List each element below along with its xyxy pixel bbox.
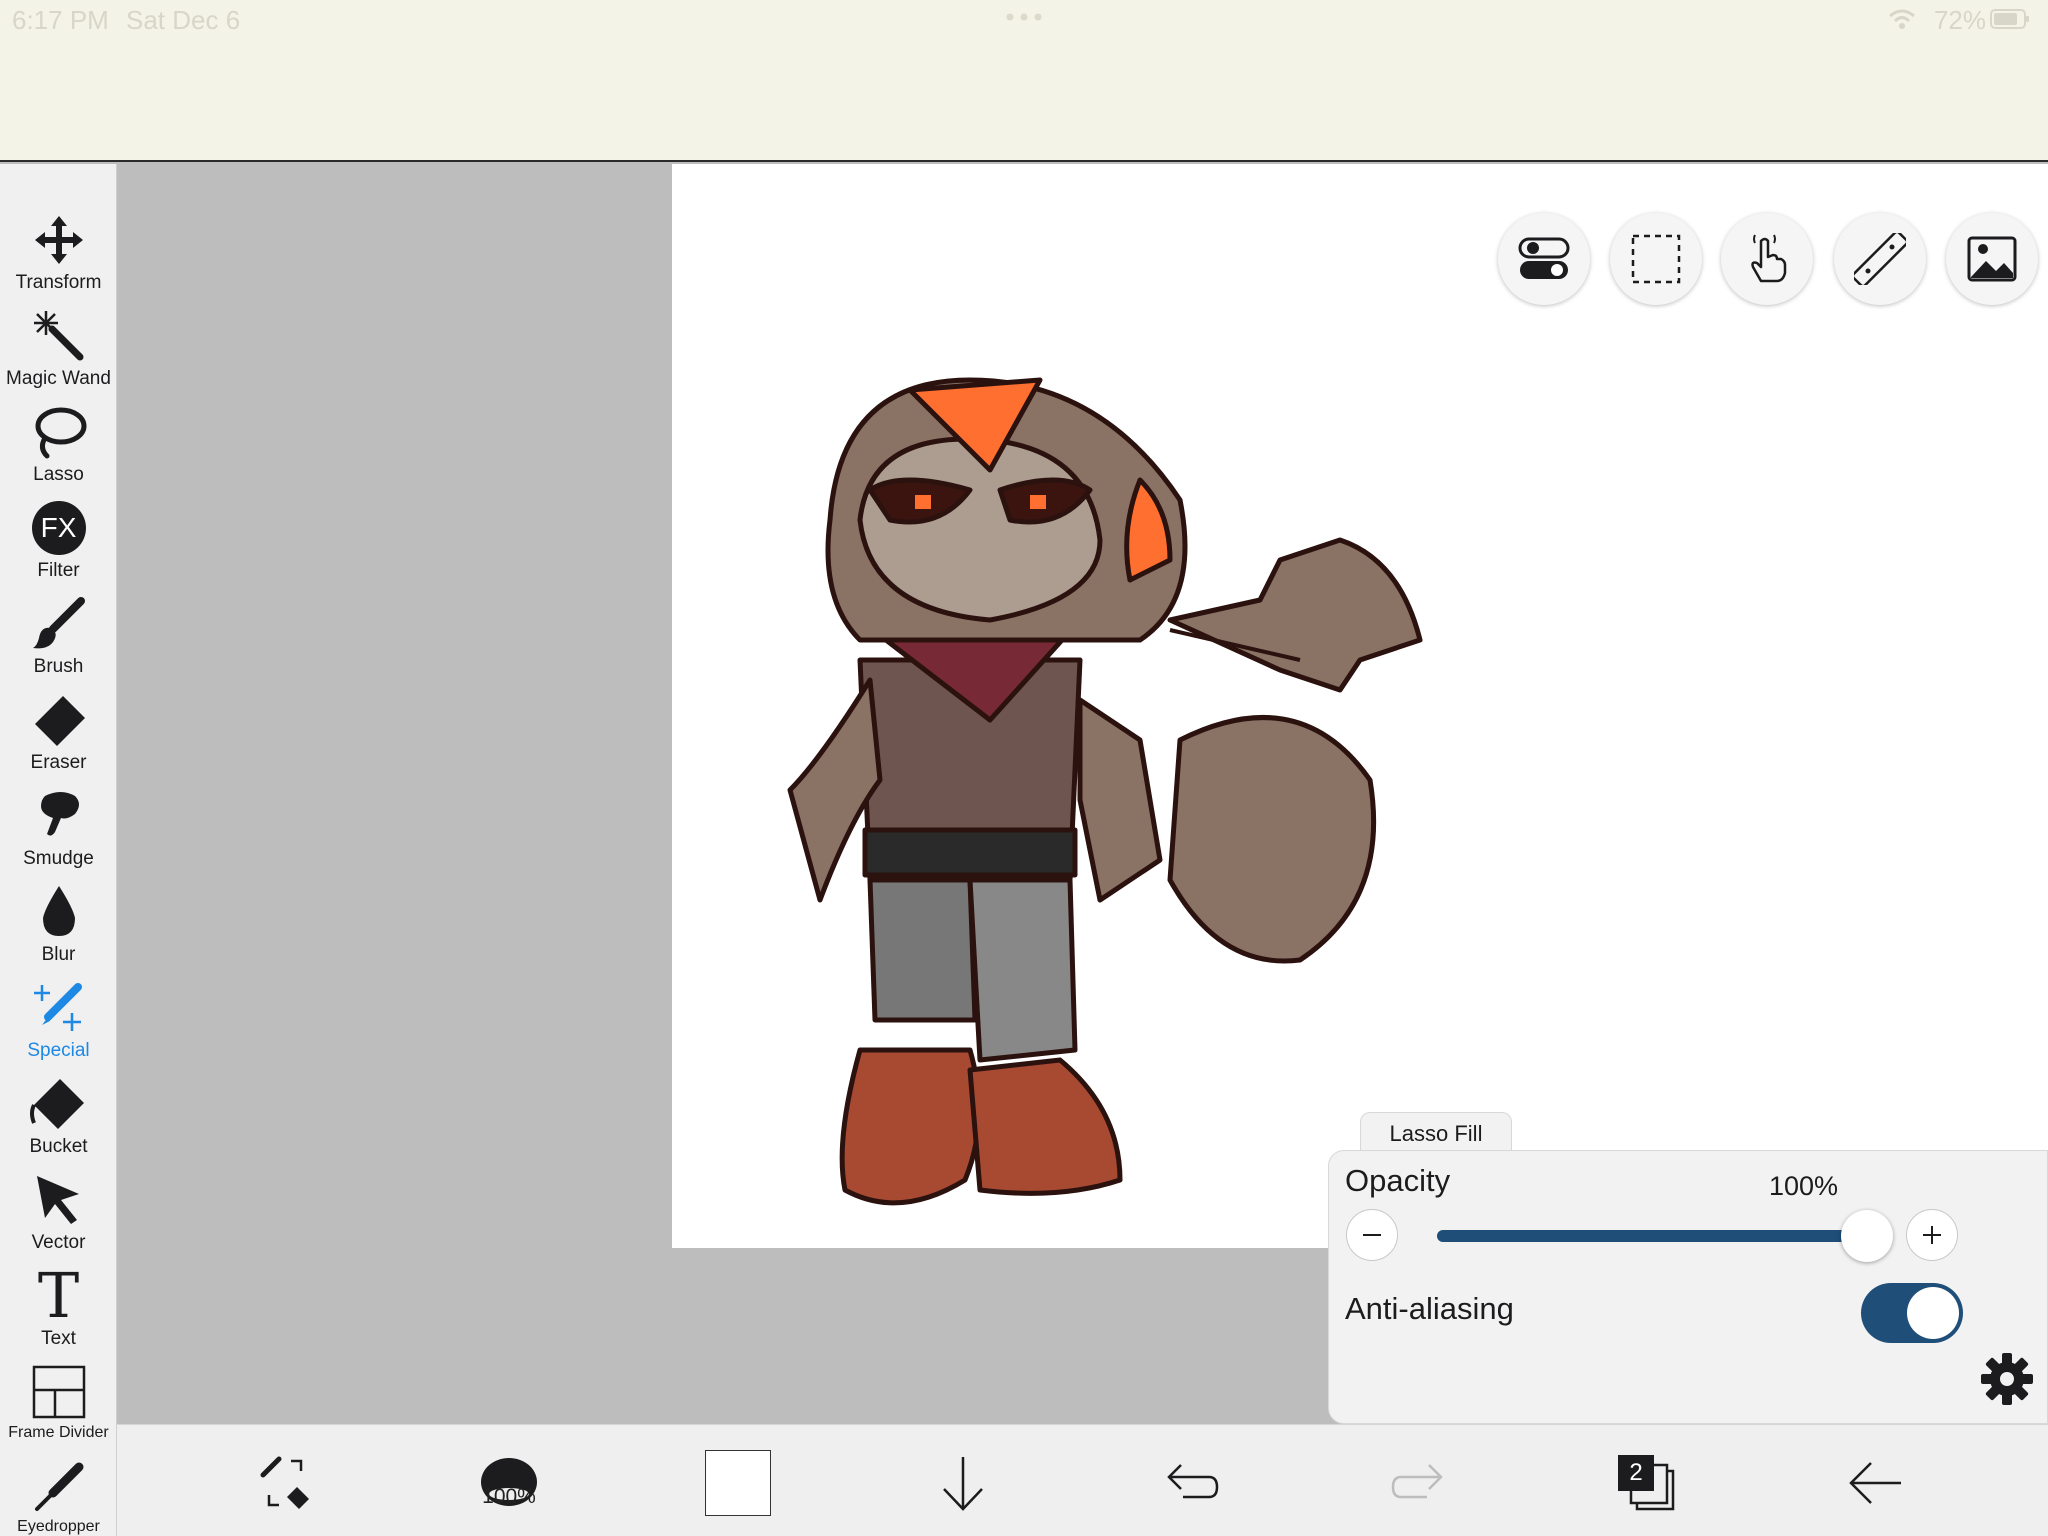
layer-merge-down-button[interactable] bbox=[923, 1443, 1003, 1523]
tool-smudge[interactable]: Smudge bbox=[0, 782, 117, 878]
tool-label: Text bbox=[41, 1328, 76, 1349]
opacity-decrease-button[interactable] bbox=[1346, 1209, 1398, 1261]
touch-hand-icon bbox=[1751, 234, 1787, 283]
tool-label: Vector bbox=[31, 1232, 86, 1253]
smudge-icon bbox=[29, 786, 89, 846]
gear-icon[interactable] bbox=[1979, 1351, 2035, 1407]
character-artwork bbox=[787, 377, 1423, 1206]
move-arrows-icon bbox=[29, 210, 89, 270]
tool-sidebar: Transform Magic Wand Lasso FX Filter Bru… bbox=[0, 164, 117, 1536]
redo-icon bbox=[1391, 1464, 1443, 1499]
tool-label: Lasso bbox=[33, 464, 84, 485]
tool-label: Eyedropper bbox=[17, 1518, 100, 1535]
color-picker-swatch[interactable] bbox=[705, 1450, 771, 1516]
tool-filter[interactable]: FX Filter bbox=[0, 494, 117, 590]
tool-label: Frame Divider bbox=[8, 1424, 109, 1441]
fx-icon: FX bbox=[29, 498, 89, 558]
touch-hand-button[interactable] bbox=[1721, 213, 1813, 305]
tool-eraser[interactable]: Eraser bbox=[0, 686, 117, 782]
plus-icon bbox=[1923, 1226, 1941, 1244]
tool-magic-wand[interactable]: Magic Wand bbox=[0, 302, 117, 398]
opacity-slider-fill bbox=[1437, 1230, 1867, 1242]
image-import-button[interactable] bbox=[1946, 213, 2038, 305]
swap-brush-eraser-icon bbox=[260, 1456, 309, 1509]
toggle-switches-icon bbox=[1518, 237, 1570, 279]
tool-label: Bucket bbox=[29, 1136, 88, 1157]
undo-button[interactable] bbox=[1151, 1443, 1231, 1523]
tool-bucket[interactable]: Bucket bbox=[0, 1070, 117, 1166]
tool-label: Smudge bbox=[23, 848, 94, 869]
tool-label: Magic Wand bbox=[6, 368, 111, 389]
arrow-left-icon bbox=[1849, 1462, 1901, 1504]
lasso-fill-panel: Opacity 100% Anti-aliasing bbox=[1328, 1150, 2048, 1424]
brush-size-value: 100% bbox=[482, 1485, 536, 1508]
bucket-icon bbox=[29, 1074, 89, 1134]
tool-lasso[interactable]: Lasso bbox=[0, 398, 117, 494]
tool-text[interactable]: T Text bbox=[0, 1262, 117, 1358]
ruler-button[interactable] bbox=[1834, 213, 1926, 305]
ruler-icon bbox=[1854, 233, 1906, 285]
tool-blur[interactable]: Blur bbox=[0, 878, 117, 974]
tool-label: Eraser bbox=[30, 752, 87, 773]
tool-frame-divider[interactable]: Frame Divider bbox=[0, 1358, 117, 1454]
lasso-icon bbox=[29, 402, 89, 462]
opacity-slider[interactable] bbox=[1437, 1210, 1893, 1262]
tool-label: Transform bbox=[15, 272, 102, 293]
opacity-increase-button[interactable] bbox=[1906, 1209, 1958, 1261]
tool-label: Filter bbox=[37, 560, 80, 581]
layers-button[interactable]: 2 bbox=[1607, 1443, 1687, 1523]
panel-tab-lasso-fill[interactable]: Lasso Fill bbox=[1360, 1112, 1512, 1154]
minus-icon bbox=[1363, 1234, 1381, 1236]
arrow-down-icon bbox=[943, 1457, 983, 1511]
selection-rect-icon bbox=[1631, 234, 1681, 284]
opacity-slider-knob[interactable] bbox=[1841, 1210, 1893, 1262]
tool-brush[interactable]: Brush bbox=[0, 590, 117, 686]
frame-divider-icon bbox=[29, 1362, 89, 1422]
battery-percent: 72% bbox=[1933, 5, 1986, 35]
brush-icon bbox=[29, 594, 89, 654]
eraser-icon bbox=[29, 690, 89, 750]
multitasking-dots-icon[interactable] bbox=[1004, 12, 1044, 22]
layer-count-badge: 2 bbox=[1618, 1455, 1654, 1491]
redo-button[interactable] bbox=[1379, 1443, 1459, 1523]
tool-special[interactable]: Special bbox=[0, 974, 117, 1070]
tool-label: Blur bbox=[41, 944, 76, 965]
undo-icon bbox=[1167, 1464, 1219, 1499]
status-time: 6:17 PM bbox=[12, 5, 109, 35]
special-pen-icon bbox=[29, 978, 89, 1038]
status-date: Sat Dec 6 bbox=[126, 5, 241, 35]
tool-vector[interactable]: Vector bbox=[0, 1166, 117, 1262]
tool-label: Special bbox=[27, 1040, 90, 1061]
opacity-value: 100% bbox=[1769, 1171, 1839, 1201]
image-import-icon bbox=[1967, 236, 2017, 282]
tool-label: Brush bbox=[33, 656, 84, 677]
cursor-arrow-icon bbox=[29, 1170, 89, 1230]
quick-switch-button[interactable] bbox=[245, 1443, 325, 1523]
drop-icon bbox=[29, 882, 89, 942]
text-t-icon: T bbox=[37, 1259, 80, 1332]
selection-rect-button[interactable] bbox=[1610, 213, 1702, 305]
bottom-toolbar: 100% 2 bbox=[117, 1424, 2048, 1536]
back-button[interactable] bbox=[1835, 1443, 1915, 1523]
anti-aliasing-label: Anti-aliasing bbox=[1345, 1291, 1514, 1326]
toggle-knob bbox=[1907, 1287, 1959, 1339]
tool-transform[interactable]: Transform bbox=[0, 206, 117, 302]
toggle-switches-button[interactable] bbox=[1498, 213, 1590, 305]
wifi-icon bbox=[1889, 9, 1915, 29]
magic-wand-icon bbox=[29, 306, 89, 366]
opacity-label: Opacity bbox=[1345, 1163, 1451, 1198]
eyedropper-icon bbox=[29, 1458, 89, 1516]
battery-icon bbox=[1990, 9, 2029, 29]
tool-eyedropper[interactable]: Eyedropper bbox=[0, 1454, 117, 1536]
top-status-area: 6:17 PM Sat Dec 6 72% bbox=[0, 0, 2048, 162]
anti-aliasing-toggle[interactable] bbox=[1861, 1283, 1963, 1343]
brush-size-button[interactable]: 100% bbox=[469, 1443, 549, 1523]
